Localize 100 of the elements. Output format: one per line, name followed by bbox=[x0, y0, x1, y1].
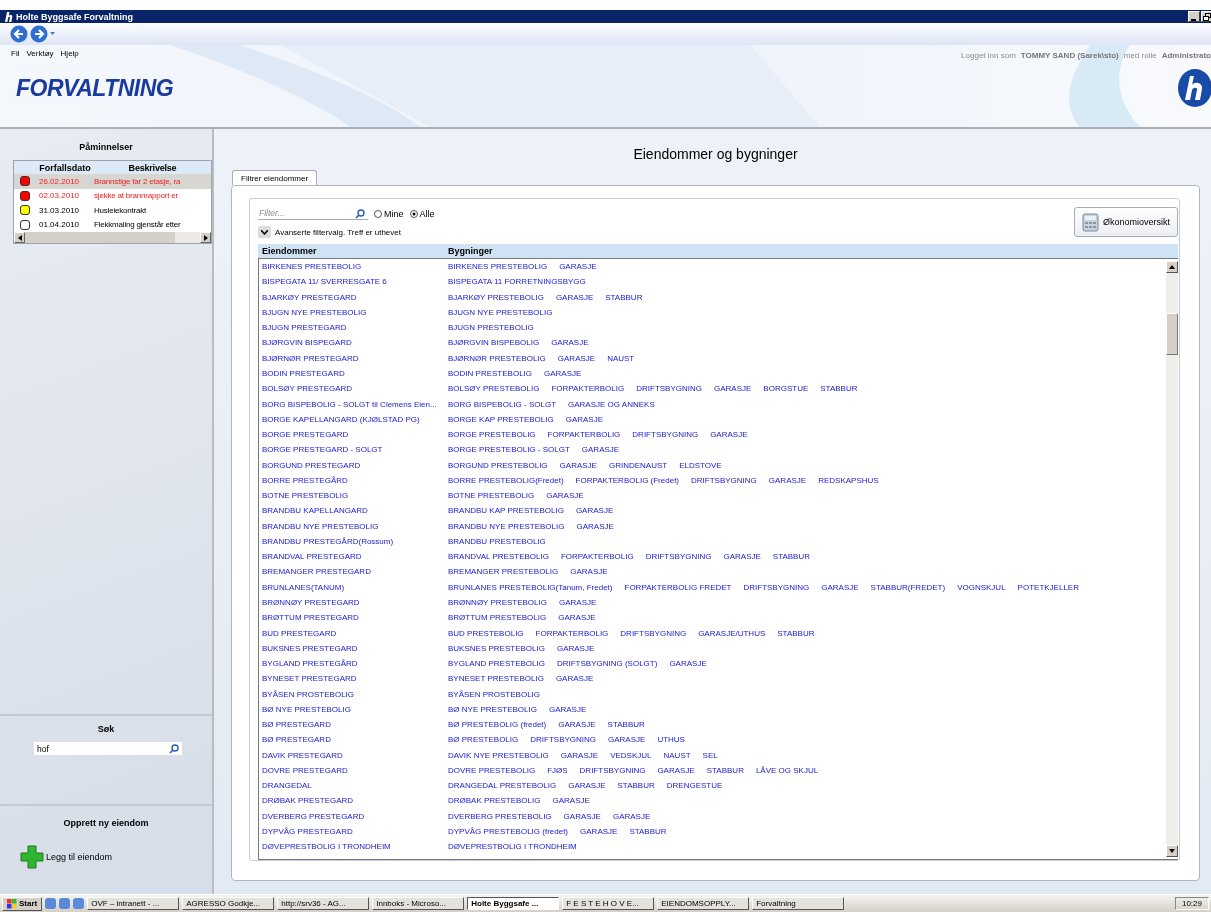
building-link[interactable]: GARASJE bbox=[559, 597, 597, 607]
building-link[interactable]: NAUST bbox=[607, 353, 635, 363]
building-link[interactable]: REDSKAPSHUS bbox=[818, 475, 879, 485]
building-link[interactable]: BJUGN NYE PRESTEBOLIG bbox=[448, 307, 553, 317]
property-link[interactable]: BYÅSEN PROSTEBOLIG bbox=[262, 689, 355, 699]
filter-tab[interactable]: Filtrer eiendommer bbox=[232, 170, 318, 185]
down-arrow-icon[interactable] bbox=[1169, 849, 1175, 853]
property-link[interactable]: BOTNE PRESTEBOLIG bbox=[262, 491, 349, 501]
building-link[interactable]: BYÅSEN PROSTEBOLIG bbox=[448, 689, 541, 699]
building-link[interactable]: BRANDBU KAP PRESTEBOLIG bbox=[448, 506, 564, 516]
building-link[interactable]: BØ PRESTEBOLIG (fredet) bbox=[448, 720, 547, 730]
economy-button[interactable]: Økonomioversikt bbox=[1073, 207, 1178, 237]
property-link[interactable]: BJØRGVIN BISPEGARD bbox=[262, 338, 352, 348]
building-link[interactable]: BRØTTUM PRESTEBOLIG bbox=[448, 613, 547, 623]
property-link[interactable]: BRANDVAL PRESTEGARD bbox=[262, 552, 362, 562]
building-link[interactable]: DRIFTSBYGNING bbox=[691, 475, 757, 485]
calculator-icon[interactable] bbox=[1081, 212, 1100, 232]
building-link[interactable]: GARASJE bbox=[581, 445, 620, 455]
property-link[interactable]: BRANDBU KAPELLANGARD bbox=[262, 506, 368, 516]
reminder-row[interactable]: 01.04.2010 Flekkmaling gjenstår etter bbox=[14, 217, 211, 232]
menu-item[interactable]: Verktøy bbox=[26, 49, 54, 60]
property-link[interactable]: BYNESET PRESTEGARD bbox=[262, 674, 357, 684]
building-link[interactable]: GARASJE bbox=[568, 781, 606, 791]
building-link[interactable]: DRIFTSBYGNING (SOLGT) bbox=[556, 659, 658, 669]
right-arrow-icon[interactable] bbox=[203, 234, 208, 241]
property-link[interactable]: BORGE PRESTEGARD bbox=[262, 430, 349, 440]
building-link[interactable]: FORPAKTERBOLIG bbox=[547, 430, 621, 440]
building-link[interactable]: BYGLAND PRESTEBOLIG bbox=[448, 659, 545, 669]
building-link[interactable]: BIRKENES PRESTEBOLIG bbox=[448, 262, 548, 272]
building-link[interactable]: BODIN PRESTEBOLIG bbox=[448, 369, 533, 378]
property-link[interactable]: BJUGN PRESTEGARD bbox=[262, 323, 347, 333]
building-link[interactable]: GARASJE bbox=[575, 506, 614, 516]
building-link[interactable]: BORG BISPEBOLIG - SOLGT bbox=[448, 399, 557, 409]
building-link[interactable]: GARASJE bbox=[558, 720, 596, 730]
building-link[interactable]: GARASJE bbox=[556, 643, 595, 653]
building-link[interactable]: BRANDBU NYE PRESTEBOLIG bbox=[448, 521, 565, 531]
building-link[interactable]: FORPAKTERBOLIG bbox=[535, 628, 609, 638]
building-link[interactable]: BRANDBU PRESTEBOLIG bbox=[448, 536, 546, 546]
building-link[interactable]: GARASJE bbox=[546, 491, 584, 501]
building-link[interactable]: GARASJE bbox=[555, 292, 594, 302]
search-icon[interactable] bbox=[355, 208, 365, 219]
building-link[interactable]: GARASJE bbox=[555, 674, 594, 684]
building-link[interactable]: GARASJE bbox=[551, 338, 589, 348]
property-link[interactable]: BORGE KAPELLANGARD (KJØLSTAD PG) bbox=[262, 414, 420, 424]
building-link[interactable]: GARASJE bbox=[768, 475, 807, 485]
building-link[interactable]: STABBUR(FREDET) bbox=[870, 582, 946, 592]
building-link[interactable]: BISPEGATA 11 FORRETNINGSBYGG bbox=[448, 277, 586, 287]
building-link[interactable]: GARASJE bbox=[559, 460, 597, 470]
building-link[interactable]: BRØNNØY PRESTEBOLIG bbox=[448, 597, 547, 607]
building-link[interactable]: STABBUR bbox=[772, 552, 810, 562]
building-link[interactable]: DRIFTSBYGNING bbox=[645, 552, 712, 562]
property-link[interactable]: BJARKØY PRESTEGARD bbox=[262, 292, 357, 302]
building-link[interactable]: VOGNSKJUL bbox=[957, 582, 1006, 592]
building-link[interactable]: DRIFTSBYGNING bbox=[636, 384, 702, 394]
dropdown-icon[interactable] bbox=[50, 32, 55, 36]
building-link[interactable]: VEDSKJUL bbox=[610, 750, 652, 760]
building-link[interactable]: LÅVE OG SKJUL bbox=[755, 765, 819, 775]
building-link[interactable]: BJØRNØR PRESTEBOLIG bbox=[448, 353, 546, 363]
property-link[interactable]: DRØBAK PRESTEGARD bbox=[262, 796, 354, 806]
building-link[interactable]: UTHUS bbox=[657, 735, 685, 745]
property-link[interactable]: BORGE PRESTEGARD - SOLGT bbox=[262, 445, 383, 455]
building-link[interactable]: GARASJE bbox=[560, 750, 599, 760]
search-field[interactable]: hof bbox=[34, 742, 182, 755]
reminder-row[interactable]: 02.03.2010 sjekke at brannrapport er bbox=[14, 188, 211, 203]
building-link[interactable]: BRANDVAL PRESTEBOLIG bbox=[448, 552, 549, 562]
property-link[interactable]: BØ NYE PRESTEBOLIG bbox=[262, 704, 351, 714]
building-link[interactable]: DRIFTSBYGNING bbox=[632, 430, 699, 440]
building-link[interactable]: GRINDENAUST bbox=[608, 460, 668, 470]
building-link[interactable]: GARASJE bbox=[669, 659, 707, 669]
building-link[interactable]: FORPAKTERBOLIG bbox=[551, 384, 625, 394]
taskbar-item[interactable]: Forvaltning bbox=[752, 897, 845, 910]
horizontal-scrollbar[interactable] bbox=[14, 232, 211, 243]
building-link[interactable]: STABBUR bbox=[706, 765, 744, 775]
property-link[interactable]: BJUGN NYE PRESTEBOLIG bbox=[262, 307, 367, 317]
building-link[interactable]: FORPAKTERBOLIG FREDET bbox=[624, 582, 732, 592]
building-link[interactable]: BORGUND PRESTEBOLIG bbox=[448, 460, 548, 470]
quick-launch-icon[interactable] bbox=[73, 898, 85, 909]
property-link[interactable]: BISPEGATA 11/ SVERRESGATE 6 bbox=[262, 277, 387, 287]
building-link[interactable]: GARASJE bbox=[570, 567, 608, 577]
menu-item[interactable]: Fil bbox=[11, 49, 20, 60]
building-link[interactable]: GARASJE OG ANNEKS bbox=[568, 399, 655, 409]
building-link[interactable]: ELDSTOVE bbox=[679, 460, 722, 470]
building-link[interactable]: DAVIK NYE PRESTEBOLIG bbox=[448, 750, 549, 760]
left-arrow-icon[interactable] bbox=[17, 234, 22, 241]
search-icon[interactable] bbox=[169, 743, 179, 754]
building-link[interactable]: GARASJE bbox=[544, 369, 582, 378]
building-link[interactable]: GARASJE bbox=[714, 384, 752, 394]
property-link[interactable]: BORRE PRESTEGÅRD bbox=[262, 475, 348, 485]
property-link[interactable]: BRANDBU PRESTEGÅRD(Rossum) bbox=[262, 536, 394, 546]
building-link[interactable]: GARASJE bbox=[557, 353, 596, 363]
building-link[interactable]: DRIFTSBYGNING bbox=[530, 735, 597, 745]
radio-option[interactable]: Alle bbox=[409, 208, 435, 219]
property-link[interactable]: BJØRNØR PRESTEGARD bbox=[262, 353, 359, 363]
building-link[interactable]: BØ NYE PRESTEBOLIG bbox=[448, 704, 537, 714]
taskbar-item[interactable]: AGRESSO Godkje... bbox=[182, 897, 275, 910]
property-link[interactable]: BRØNNØY PRESTEGARD bbox=[262, 597, 360, 607]
property-link[interactable]: BØ PRESTEGARD bbox=[262, 735, 331, 745]
property-link[interactable]: BUD PRESTEGARD bbox=[262, 628, 337, 638]
property-link[interactable]: BRØTTUM PRESTEGARD bbox=[262, 613, 359, 623]
radio-button[interactable] bbox=[409, 209, 418, 218]
